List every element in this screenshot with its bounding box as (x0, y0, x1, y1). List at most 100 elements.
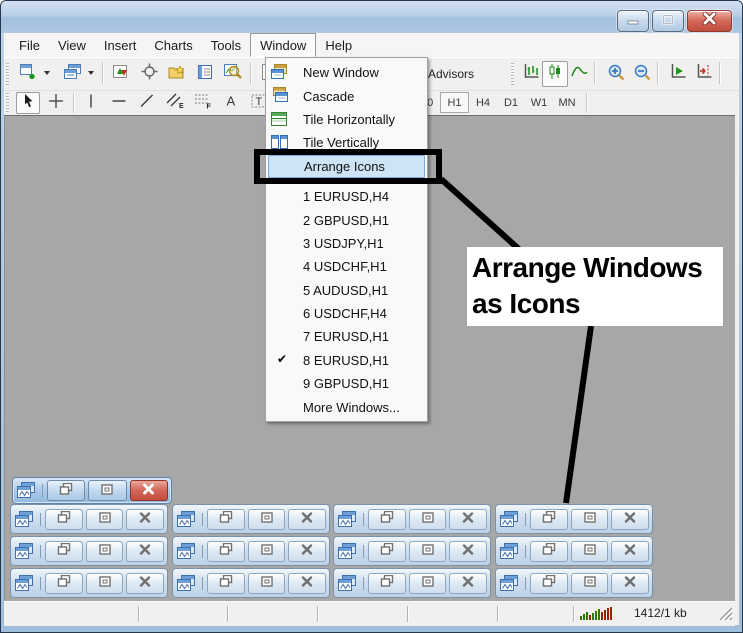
minimized-chart-window-active[interactable] (12, 477, 172, 504)
line-chart-button[interactable] (566, 61, 592, 87)
restore-button[interactable] (45, 509, 83, 530)
menubar-item-window[interactable]: Window (250, 33, 316, 57)
window-menu-item-arrange-icons[interactable]: Arrange Icons (268, 155, 425, 178)
close-button[interactable] (126, 541, 164, 562)
menubar-item-file[interactable]: File (10, 33, 49, 57)
window-menu-item-3-usdjpy-h1[interactable]: 3 USDJPY,H1 (266, 232, 427, 255)
close-button[interactable] (611, 573, 649, 594)
window-menu-item-9-gbpusd-h1[interactable]: 9 GBPUSD,H1 (266, 372, 427, 395)
maximize-button[interactable] (86, 541, 124, 562)
crosshair-button[interactable] (44, 92, 68, 114)
minimized-chart-window[interactable] (495, 568, 653, 598)
zoom-in-button[interactable] (603, 61, 629, 87)
timeframe-button-h1[interactable]: H1 (440, 92, 469, 113)
window-menu-item-2-gbpusd-h1[interactable]: 2 GBPUSD,H1 (266, 208, 427, 231)
minimize-button[interactable] (617, 10, 649, 32)
minimized-chart-window[interactable] (172, 536, 330, 566)
chart-shift-button[interactable] (691, 61, 717, 87)
close-button[interactable] (126, 573, 164, 594)
close-button[interactable] (449, 573, 487, 594)
minimized-chart-window[interactable] (10, 568, 168, 598)
candlestick-chart-button[interactable] (542, 61, 568, 87)
market-watch-button[interactable] (108, 61, 134, 87)
restore-button[interactable] (530, 541, 568, 562)
zoom-out-button[interactable] (629, 61, 655, 87)
maximize-button[interactable] (248, 541, 286, 562)
close-button[interactable] (130, 480, 168, 501)
horizontal-line-button[interactable] (107, 92, 131, 114)
minimized-chart-window[interactable] (10, 504, 168, 534)
cursor-button[interactable] (16, 92, 40, 114)
equidistant-channel-button[interactable]: E (163, 92, 187, 114)
restore-button[interactable] (368, 509, 406, 530)
window-menu-item-cascade[interactable]: Cascade (266, 84, 427, 107)
maximize-button[interactable] (652, 10, 684, 32)
text-button[interactable]: A (219, 92, 243, 114)
restore-button[interactable] (207, 509, 245, 530)
vertical-line-button[interactable] (79, 92, 103, 114)
minimized-chart-window[interactable] (172, 504, 330, 534)
restore-button[interactable] (368, 541, 406, 562)
maximize-button[interactable] (86, 573, 124, 594)
menubar-item-tools[interactable]: Tools (202, 33, 250, 57)
resize-grip[interactable] (717, 605, 733, 624)
maximize-button[interactable] (409, 509, 447, 530)
minimized-chart-window[interactable] (333, 504, 491, 534)
menubar-item-help[interactable]: Help (316, 33, 361, 57)
restore-button[interactable] (207, 541, 245, 562)
window-menu-item-new-window[interactable]: New Window (266, 61, 427, 84)
maximize-button[interactable] (248, 509, 286, 530)
maximize-button[interactable] (88, 480, 126, 501)
restore-button[interactable] (47, 480, 85, 501)
menubar-item-charts[interactable]: Charts (145, 33, 201, 57)
window-menu-item-more-windows[interactable]: More Windows... (266, 395, 427, 418)
dropdown-arrow-icon[interactable] (88, 71, 94, 75)
maximize-button[interactable] (248, 573, 286, 594)
close-button[interactable] (288, 573, 326, 594)
restore-button[interactable] (530, 509, 568, 530)
bar-chart-button[interactable] (518, 61, 544, 87)
minimized-chart-window[interactable] (333, 536, 491, 566)
close-button[interactable] (449, 541, 487, 562)
timeframe-button-d1[interactable]: D1 (497, 92, 525, 113)
window-menu-item-1-eurusd-h4[interactable]: 1 EURUSD,H4 (266, 185, 427, 208)
window-menu-item-tile-vertically[interactable]: Tile Vertically (266, 131, 427, 154)
restore-button[interactable] (45, 541, 83, 562)
strategy-tester-button[interactable] (220, 61, 246, 87)
restore-button[interactable] (45, 573, 83, 594)
close-button[interactable] (126, 509, 164, 530)
window-menu-item-tile-horizontally[interactable]: Tile Horizontally (266, 108, 427, 131)
toolbar-grip[interactable] (6, 93, 9, 113)
window-menu-item-6-usdchf-h4[interactable]: 6 USDCHF,H4 (266, 302, 427, 325)
menubar-item-view[interactable]: View (49, 33, 95, 57)
data-window-button[interactable] (136, 61, 162, 87)
restore-button[interactable] (530, 573, 568, 594)
fibonacci-button[interactable]: F (191, 92, 215, 114)
trendline-button[interactable] (135, 92, 159, 114)
close-button[interactable] (611, 541, 649, 562)
restore-button[interactable] (207, 573, 245, 594)
maximize-button[interactable] (409, 573, 447, 594)
maximize-button[interactable] (571, 573, 609, 594)
navigator-button[interactable] (164, 61, 190, 87)
close-button[interactable] (449, 509, 487, 530)
auto-scroll-button[interactable] (665, 61, 691, 87)
toolbar-grip[interactable] (6, 63, 9, 85)
minimized-chart-window[interactable] (495, 504, 653, 534)
new-chart-button[interactable] (16, 61, 42, 87)
timeframe-button-h4[interactable]: H4 (469, 92, 497, 113)
maximize-button[interactable] (571, 509, 609, 530)
minimized-chart-window[interactable] (172, 568, 330, 598)
timeframe-button-mn[interactable]: MN (553, 92, 581, 113)
minimized-chart-window[interactable] (495, 536, 653, 566)
window-menu-item-8-eurusd-h1[interactable]: ✔8 EURUSD,H1 (266, 349, 427, 372)
maximize-button[interactable] (86, 509, 124, 530)
terminal-button[interactable] (192, 61, 218, 87)
window-menu-item-5-audusd-h1[interactable]: 5 AUDUSD,H1 (266, 279, 427, 302)
window-menu-item-4-usdchf-h1[interactable]: 4 USDCHF,H1 (266, 255, 427, 278)
maximize-button[interactable] (571, 541, 609, 562)
close-button[interactable] (611, 509, 649, 530)
maximize-button[interactable] (409, 541, 447, 562)
titlebar[interactable] (1, 1, 742, 33)
minimized-chart-window[interactable] (333, 568, 491, 598)
